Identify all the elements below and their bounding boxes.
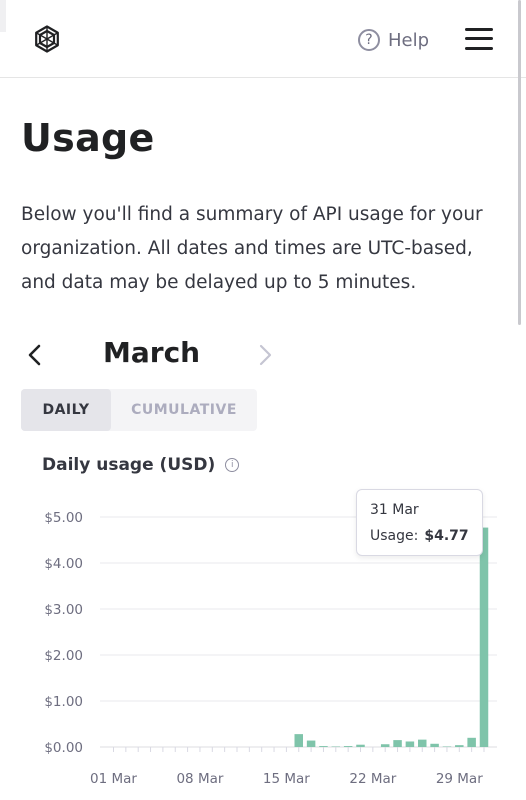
question-circle-icon: ? bbox=[358, 29, 380, 51]
openai-logo-icon[interactable] bbox=[30, 22, 64, 56]
y-tick-label: $2.00 bbox=[44, 648, 83, 664]
top-bar: ? Help bbox=[0, 0, 526, 78]
chevron-right-icon[interactable] bbox=[251, 342, 279, 368]
tab-daily[interactable]: DAILY bbox=[21, 389, 111, 431]
chart-bar bbox=[479, 527, 489, 747]
chart-bar bbox=[418, 739, 427, 747]
y-tick-label: $3.00 bbox=[44, 602, 83, 618]
help-label: Help bbox=[388, 29, 430, 51]
chart-bar bbox=[343, 746, 353, 747]
tab-cumulative[interactable]: CUMULATIVE bbox=[111, 389, 257, 431]
scrollbar-thumb[interactable] bbox=[518, 0, 521, 325]
tooltip-row: Usage: $4.77 bbox=[370, 528, 469, 544]
tooltip-label: Usage: bbox=[370, 528, 419, 544]
chart-bar bbox=[306, 740, 316, 747]
tooltip-value: $4.77 bbox=[424, 528, 469, 544]
info-circle-icon[interactable]: i bbox=[225, 458, 240, 472]
chart-title-text: Daily usage (USD) bbox=[42, 455, 216, 475]
view-toggle: DAILY CUMULATIVE bbox=[21, 389, 257, 431]
help-link[interactable]: ? Help bbox=[358, 26, 429, 54]
page-intro: Below you'll find a summary of API usage… bbox=[21, 204, 483, 293]
chart-bar bbox=[380, 744, 390, 747]
chevron-left-icon[interactable] bbox=[21, 342, 49, 368]
x-tick-label: 08 Mar bbox=[176, 771, 223, 787]
chart-bar bbox=[319, 746, 328, 747]
y-tick-label: $4.00 bbox=[44, 556, 83, 572]
chart-bar bbox=[294, 734, 303, 747]
chart-bar bbox=[455, 745, 464, 747]
tooltip-date: 31 Mar bbox=[370, 502, 419, 518]
month-navigator: March bbox=[21, 332, 281, 376]
x-tick-label: 01 Mar bbox=[90, 771, 137, 787]
x-tick-label: 15 Mar bbox=[263, 771, 310, 787]
chart-bar bbox=[467, 737, 476, 747]
y-tick-label: $1.00 bbox=[44, 694, 83, 710]
y-tick-label: $5.00 bbox=[44, 510, 83, 526]
page-title: Usage bbox=[21, 116, 155, 160]
y-tick-label: $0.00 bbox=[44, 740, 83, 756]
chart-bar bbox=[393, 740, 402, 747]
x-tick-label: 29 Mar bbox=[436, 771, 483, 787]
chart-bar bbox=[430, 743, 439, 747]
x-tick-label: 22 Mar bbox=[349, 771, 396, 787]
corner-tab bbox=[0, 0, 6, 32]
hamburger-menu-icon[interactable] bbox=[465, 27, 493, 51]
chart-title: Daily usage (USD) i bbox=[42, 455, 240, 475]
chart-bar bbox=[356, 744, 365, 747]
chart-tooltip: 31 Mar Usage: $4.77 bbox=[356, 489, 483, 556]
chart-bar bbox=[405, 741, 415, 747]
month-label: March bbox=[103, 336, 201, 369]
